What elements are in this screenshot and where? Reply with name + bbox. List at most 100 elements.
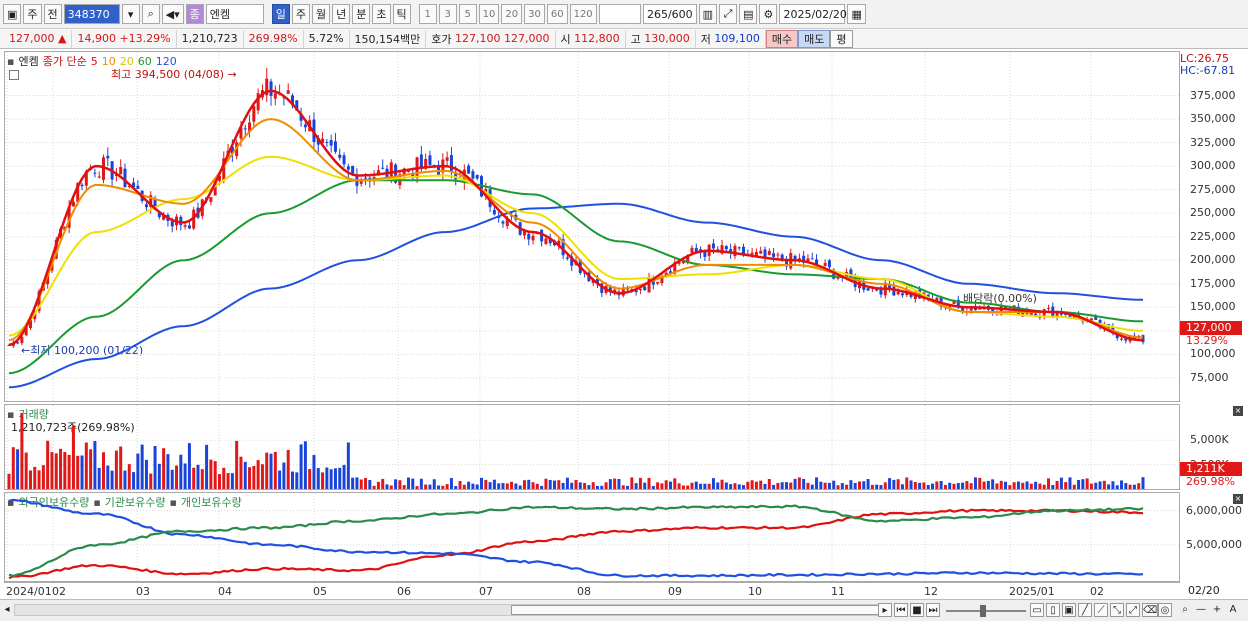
volume-bar xyxy=(621,485,625,489)
price-chart-canvas[interactable] xyxy=(5,52,1179,401)
volume-bar xyxy=(669,481,672,489)
price-tick-label: 375,000 xyxy=(1190,88,1236,102)
eval-button[interactable]: 평 xyxy=(830,29,853,48)
turnover: 5.72% xyxy=(304,29,350,48)
volume-bar xyxy=(183,463,187,489)
scroll-right-icon[interactable]: ▸ xyxy=(878,603,892,617)
tab-month[interactable]: 월 xyxy=(312,4,331,24)
volume-bar xyxy=(28,470,32,489)
volume-bar xyxy=(952,483,956,489)
volume-bar xyxy=(664,480,668,489)
candle-body xyxy=(643,286,647,291)
volume-bar xyxy=(557,480,561,489)
volume-bar xyxy=(37,470,41,489)
volume-bar xyxy=(419,478,423,489)
interval-1[interactable]: 1 xyxy=(418,4,437,24)
code-dropdown-icon[interactable]: ▾ xyxy=(121,4,140,24)
scroll-track[interactable] xyxy=(14,604,887,616)
interval-30[interactable]: 30 xyxy=(524,4,545,24)
chart-type-icon[interactable]: ▥ xyxy=(698,4,718,24)
interval-10-label: 10 xyxy=(482,8,496,20)
interval-custom-input[interactable] xyxy=(598,4,641,24)
interval-5[interactable]: 5 xyxy=(458,4,477,24)
tab-year[interactable]: 년 xyxy=(332,4,351,24)
horizontal-line-icon[interactable]: ⟋ xyxy=(1094,603,1108,617)
gear-icon[interactable]: ⚙ xyxy=(759,4,778,24)
candle-body xyxy=(243,128,247,130)
interval-3[interactable]: 3 xyxy=(438,4,457,24)
camera-icon[interactable]: ◎ xyxy=(1158,603,1172,617)
volume-bar xyxy=(1012,482,1016,489)
tab-minute[interactable]: 분 xyxy=(352,4,371,24)
zoom-out-icon[interactable]: — xyxy=(1194,603,1208,617)
holding-chart-panel[interactable]: ▪ 외국인보유수량 ▪ 기관보유수량 ▪ 개인보유수량 xyxy=(4,492,1180,582)
scroll-thumb[interactable] xyxy=(511,605,887,615)
volume-bar xyxy=(50,452,54,489)
zoom-in-icon[interactable]: + xyxy=(1210,603,1224,617)
volume-bar xyxy=(217,474,221,489)
price-chart-panel[interactable]: ▪ 엔켐 종가 단순 5 10 20 60 120 최고 394,500 (04… xyxy=(4,51,1180,402)
volume-bar xyxy=(991,479,995,489)
skip-forward-icon[interactable]: ⏭ xyxy=(926,603,940,617)
trend-line-icon[interactable]: ╱ xyxy=(1078,603,1092,617)
interval-20[interactable]: 20 xyxy=(501,4,523,24)
skip-back-icon[interactable]: ⏮ xyxy=(894,603,908,617)
volume-bar xyxy=(342,464,346,489)
window-icon[interactable]: ▣ xyxy=(3,4,22,24)
volume-bar xyxy=(209,459,213,489)
eraser-icon[interactable]: ⌫ xyxy=(1142,603,1159,617)
measure-icon[interactable]: ⤢ xyxy=(1126,603,1140,617)
volume-bar xyxy=(381,478,385,489)
search-icon[interactable]: ⌕ xyxy=(141,4,160,24)
volume-bar xyxy=(471,483,475,489)
volume-bar xyxy=(437,485,441,489)
volume-bar xyxy=(368,479,372,489)
layout-icon[interactable]: ▭ xyxy=(1030,603,1044,617)
prev-button[interactable]: 전 xyxy=(43,4,62,24)
date-x-axis: 2024/01 02 03 04 05 06 07 08 09 10 11 12 2025/01 02 xyxy=(4,582,1180,599)
open-price: 시 112,800 xyxy=(556,29,626,48)
close-volume-panel-icon[interactable]: × xyxy=(1233,406,1243,416)
date-input[interactable]: 2025/02/20 xyxy=(779,4,847,24)
stop-icon[interactable]: ■ xyxy=(910,603,924,617)
tab-day[interactable]: 일 xyxy=(271,4,290,24)
stock-name-field[interactable]: 엔켐 xyxy=(205,4,264,24)
overlay-icon[interactable]: ▣ xyxy=(1062,603,1076,617)
volume-bar xyxy=(634,483,638,489)
stock-code-input[interactable]: 348370 xyxy=(63,4,120,24)
volume-chart-panel[interactable]: ▪ 거래량 1,210,723주(269.98%) xyxy=(4,404,1180,490)
tab-tick[interactable]: 틱 xyxy=(392,4,411,24)
candle-body xyxy=(565,257,569,259)
buy-button[interactable]: 매수 xyxy=(765,29,799,48)
interval-60[interactable]: 60 xyxy=(546,4,568,24)
volume-bar xyxy=(823,482,827,489)
split-icon[interactable]: ▯ xyxy=(1046,603,1060,617)
count-input[interactable]: 265/600 xyxy=(642,4,697,24)
scroll-left-icon[interactable]: ◂ xyxy=(0,603,14,617)
zoom-slider[interactable] xyxy=(946,603,1026,617)
interval-10[interactable]: 10 xyxy=(478,4,500,24)
draw-tool-icon[interactable]: ⤢ xyxy=(719,4,738,24)
volume-chart-canvas[interactable] xyxy=(5,405,1179,489)
save-icon[interactable]: ▤ xyxy=(739,4,758,24)
volume-bar xyxy=(140,444,144,489)
zoom-icon[interactable]: ⌕ xyxy=(1178,603,1192,617)
volume-bar xyxy=(896,479,900,489)
volume-bar xyxy=(192,467,196,489)
volume-bar xyxy=(286,449,290,489)
tab-week[interactable]: 주 xyxy=(291,4,311,24)
sound-icon[interactable]: ◀▾ xyxy=(161,4,184,24)
candle-body xyxy=(144,204,148,208)
sell-button[interactable]: 매도 xyxy=(798,29,831,48)
price-tick-label: 150,000 xyxy=(1190,300,1236,314)
tab-second[interactable]: 초 xyxy=(372,4,391,24)
text-tool-icon[interactable]: A xyxy=(1226,603,1240,617)
calendar-icon[interactable]: ▦ xyxy=(847,4,866,24)
period-button[interactable]: 주 xyxy=(23,4,42,24)
holding-chart-canvas[interactable] xyxy=(5,493,1179,581)
candle-body xyxy=(647,276,651,293)
close-holding-panel-icon[interactable]: × xyxy=(1233,494,1243,504)
diagonal-icon[interactable]: ⤡ xyxy=(1110,603,1124,617)
interval-1-label: 1 xyxy=(424,8,431,20)
interval-120[interactable]: 120 xyxy=(569,4,597,24)
